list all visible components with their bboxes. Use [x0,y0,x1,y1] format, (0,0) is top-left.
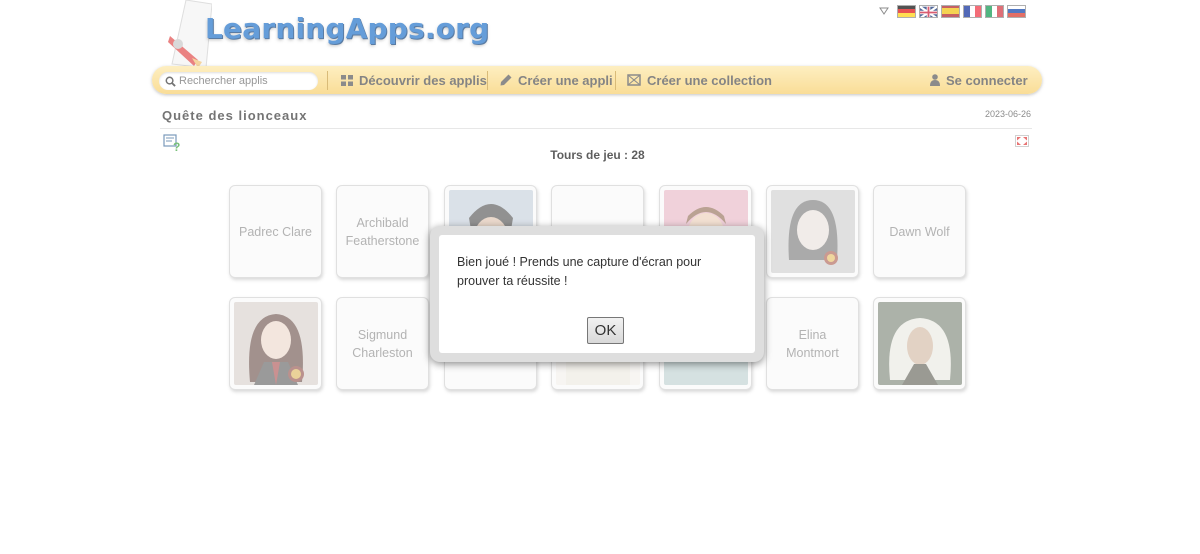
dialog-body: Bien joué ! Prends une capture d'écran p… [439,235,755,353]
page: LearningApps.org Découvrir des applis Cr… [0,0,1200,554]
dialog-message: Bien joué ! Prends une capture d'écran p… [457,255,702,288]
ok-button[interactable]: OK [587,317,624,344]
message-dialog: Bien joué ! Prends une capture d'écran p… [430,226,764,362]
